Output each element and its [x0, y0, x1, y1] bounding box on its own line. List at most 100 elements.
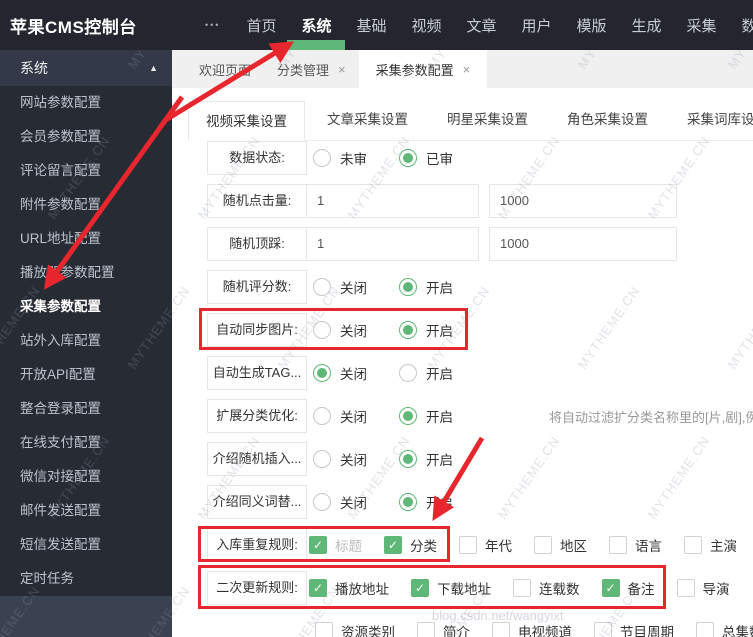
tab-collect-params[interactable]: 采集参数配置 ×: [358, 50, 488, 88]
checkbox-category[interactable]: 分类: [384, 535, 437, 555]
radio-icon: [399, 493, 417, 511]
sidebar-item-integrated-login[interactable]: 整合登录配置: [0, 392, 172, 426]
app-window: 苹果CMS控制台 ••• 首页 系统 基础 视频 文章 用户 模版 生成 采集 …: [0, 0, 753, 637]
random-updown-min-input[interactable]: 1: [306, 227, 479, 261]
nav-item-system[interactable]: 系统: [287, 15, 346, 50]
sidebar: 系统 ▲ 网站参数配置 会员参数配置 评论留言配置 附件参数配置 URL地址配置…: [0, 50, 172, 637]
radio-icon: [399, 321, 417, 339]
radio-icon: [399, 149, 417, 167]
checkbox-icon: [696, 622, 714, 637]
checkbox-download-url[interactable]: 下载地址: [411, 578, 491, 598]
checkbox-actor[interactable]: 主演: [684, 535, 737, 555]
sidebar-item-wechat-config[interactable]: 微信对接配置: [0, 460, 172, 494]
radio-audited[interactable]: 已审: [399, 148, 485, 168]
checkbox-director[interactable]: 导演: [676, 578, 730, 598]
checkbox-total-episodes[interactable]: 总集数: [696, 621, 753, 637]
sidebar-item-url-config[interactable]: URL地址配置: [0, 222, 172, 256]
field-label: 随机点击量:: [207, 184, 307, 218]
form-row-random-clicks: 随机点击量: 1 1000: [207, 184, 753, 218]
radio-off[interactable]: 关闭: [313, 406, 399, 426]
checkbox-icon: [609, 536, 627, 554]
top-nav-menu: 首页 系统 基础 视频 文章 用户 模版 生成 采集 数据: [246, 15, 753, 50]
sidebar-item-cron-tasks[interactable]: 定时任务: [0, 562, 172, 596]
sidebar-item-sms-config[interactable]: 短信发送配置: [0, 528, 172, 562]
radio-off[interactable]: 关闭: [313, 449, 399, 469]
radio-on[interactable]: 开启: [399, 449, 485, 469]
sidebar-item-open-api[interactable]: 开放API配置: [0, 358, 172, 392]
sidebar-item-site-params[interactable]: 网站参数配置: [0, 86, 172, 120]
window-tabstrip: 欢迎页面 分类管理 × 采集参数配置 ×: [172, 50, 753, 88]
checkbox-serial-count[interactable]: 连载数: [513, 578, 580, 598]
radio-off[interactable]: 关闭: [313, 277, 399, 297]
radio-off[interactable]: 关闭: [313, 492, 399, 512]
radio-unaudited[interactable]: 未审: [313, 148, 399, 168]
close-icon[interactable]: ×: [463, 63, 471, 76]
checkbox-program-cycle[interactable]: 节目周期: [594, 621, 674, 637]
radio-on[interactable]: 开启: [399, 277, 485, 297]
sidebar-item-online-payment[interactable]: 在线支付配置: [0, 426, 172, 460]
form-row-extend-category-optimize: 扩展分类优化: 关闭 开启 将自动过滤扩分类名称里的[片,剧],例如动作片会: [207, 399, 753, 433]
nav-item-user[interactable]: 用户: [521, 15, 551, 36]
subtab-star-collect[interactable]: 明星采集设置: [430, 100, 545, 140]
radio-icon: [313, 149, 331, 167]
nav-item-article[interactable]: 文章: [466, 15, 496, 36]
sidebar-item-email-config[interactable]: 邮件发送配置: [0, 494, 172, 528]
checkbox-title[interactable]: 标题: [309, 535, 362, 555]
checkbox-play-url[interactable]: 播放地址: [309, 578, 389, 598]
subtab-thesaurus-collect[interactable]: 采集词库设置: [670, 100, 753, 140]
random-clicks-min-input[interactable]: 1: [306, 184, 479, 218]
sidebar-section-system[interactable]: 系统 ▲: [0, 50, 172, 86]
field-label: 介绍同义词替...: [207, 485, 307, 519]
subtab-article-collect[interactable]: 文章采集设置: [310, 100, 425, 140]
radio-on[interactable]: 开启: [399, 363, 485, 383]
radio-icon: [313, 450, 331, 468]
nav-item-basic[interactable]: 基础: [356, 15, 386, 36]
radio-icon: [313, 493, 331, 511]
field-label: 介绍随机插入...: [207, 442, 307, 476]
close-icon[interactable]: ×: [338, 63, 346, 76]
tab-category-manage[interactable]: 分类管理 ×: [264, 50, 359, 88]
random-updown-max-input[interactable]: 1000: [489, 227, 677, 261]
form-row-random-score: 随机评分数: 关闭 开启: [207, 270, 753, 304]
field-label: 二次更新规则:: [207, 571, 307, 605]
checkbox-icon: [684, 536, 702, 554]
subtab-role-collect[interactable]: 角色采集设置: [550, 100, 665, 140]
radio-on[interactable]: 开启: [399, 320, 485, 340]
more-menu-icon[interactable]: •••: [205, 20, 220, 30]
nav-item-video[interactable]: 视频: [411, 15, 441, 36]
sidebar-item-comment-config[interactable]: 评论留言配置: [0, 154, 172, 188]
checkbox-icon: [594, 622, 612, 637]
sidebar-item-player-params[interactable]: 播放器参数配置: [0, 256, 172, 290]
radio-on[interactable]: 开启: [399, 492, 485, 512]
form-row-import-duplicate-rule: 入库重复规则: 标题 分类 年代 地区 语言 主演: [207, 528, 753, 562]
radio-icon: [399, 407, 417, 425]
field-label: 入库重复规则:: [207, 528, 307, 562]
radio-icon: [313, 278, 331, 296]
nav-item-collect[interactable]: 采集: [686, 15, 716, 36]
nav-item-template[interactable]: 模版: [576, 15, 606, 36]
checkbox-remarks[interactable]: 备注: [601, 578, 655, 598]
checkbox-tv-channel[interactable]: 电视频道: [492, 621, 572, 637]
subtab-video-collect[interactable]: 视频采集设置: [188, 101, 305, 141]
top-navbar: 苹果CMS控制台 ••• 首页 系统 基础 视频 文章 用户 模版 生成 采集 …: [0, 0, 753, 50]
radio-off[interactable]: 关闭: [313, 320, 399, 340]
sidebar-item-offsite-import[interactable]: 站外入库配置: [0, 324, 172, 358]
radio-off[interactable]: 关闭: [313, 363, 399, 383]
checkbox-resource-type[interactable]: 资源类别: [315, 621, 395, 637]
sidebar-item-member-params[interactable]: 会员参数配置: [0, 120, 172, 154]
radio-on[interactable]: 开启: [399, 406, 485, 426]
tab-welcome[interactable]: 欢迎页面: [186, 50, 264, 88]
nav-item-generate[interactable]: 生成: [631, 15, 661, 36]
nav-item-home[interactable]: 首页: [246, 15, 276, 36]
checkbox-year[interactable]: 年代: [459, 535, 512, 555]
nav-item-data-clipped[interactable]: 数据: [741, 15, 753, 36]
checkbox-language[interactable]: 语言: [609, 535, 662, 555]
sidebar-item-collect-params[interactable]: 采集参数配置: [0, 290, 172, 324]
sidebar-item-attachment-params[interactable]: 附件参数配置: [0, 188, 172, 222]
radio-icon: [399, 450, 417, 468]
form-row-secondary-update-rule: 二次更新规则: 播放地址 下载地址 连载数 备注 导演: [207, 571, 753, 605]
random-clicks-max-input[interactable]: 1000: [489, 184, 677, 218]
checkbox-synopsis[interactable]: 简介: [417, 621, 470, 637]
checkbox-area[interactable]: 地区: [534, 535, 587, 555]
radio-icon: [399, 278, 417, 296]
